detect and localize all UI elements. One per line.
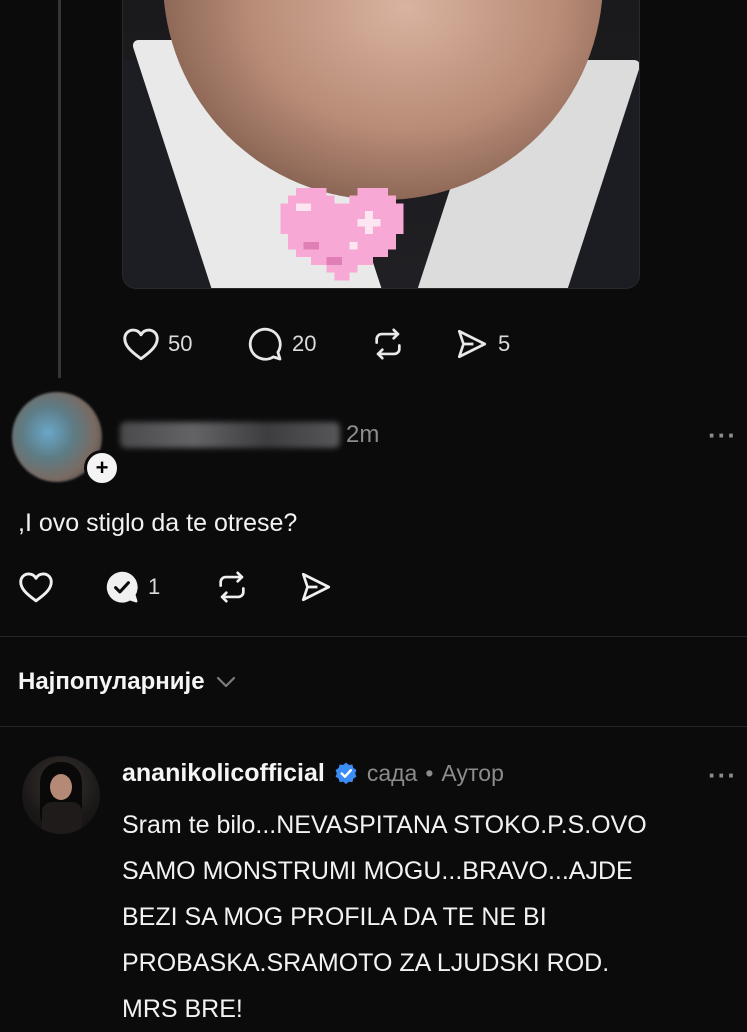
send-icon bbox=[457, 329, 487, 359]
reply-line: MRS BRE! bbox=[122, 995, 243, 1023]
comment-share-button[interactable] bbox=[298, 570, 334, 604]
reply-line: Sram te bilo...NEVASPITANA STOKO.P.S.OVO bbox=[122, 811, 647, 839]
avatar-face bbox=[50, 774, 72, 800]
replied-bubble-icon bbox=[106, 571, 138, 603]
comment-count: 20 bbox=[292, 331, 317, 356]
divider bbox=[0, 636, 747, 637]
sort-dropdown[interactable]: Најпопуларније bbox=[18, 668, 237, 696]
author-avatar[interactable] bbox=[22, 756, 100, 834]
chevron-down-icon bbox=[216, 676, 235, 688]
like-count: 50 bbox=[168, 331, 193, 356]
comment-more-icon[interactable]: ··· bbox=[708, 420, 737, 451]
pixel-heart-sticker bbox=[280, 188, 404, 281]
reply-more-icon[interactable]: ··· bbox=[708, 760, 737, 791]
repost-icon bbox=[375, 328, 401, 360]
comment-time: 2m bbox=[346, 421, 380, 448]
commenter-username-blurred[interactable] bbox=[120, 422, 340, 448]
share-button[interactable]: 5 bbox=[454, 327, 510, 361]
comment-reply-button[interactable]: 1 bbox=[104, 570, 214, 604]
share-count: 5 bbox=[498, 331, 511, 356]
meta-separator: • bbox=[425, 760, 434, 786]
reply-time: сада bbox=[366, 760, 418, 786]
repost-icon bbox=[219, 571, 245, 603]
reply-line: PROBASKA.SRAMOTO ZA LJUDSKI ROD. bbox=[122, 949, 610, 977]
heart-icon bbox=[19, 572, 53, 603]
reply-line: SAMO MONSTRUMI MOGU...BRAVO...AJDE bbox=[122, 857, 633, 885]
thread-line bbox=[58, 0, 61, 378]
repost-button[interactable] bbox=[370, 327, 454, 361]
heart-icon bbox=[123, 328, 159, 361]
reply-header: ananikolicofficial сада • Аутор bbox=[122, 759, 504, 788]
comment-bubble-icon bbox=[248, 327, 282, 361]
like-button[interactable]: 50 bbox=[122, 327, 246, 361]
comment-text: ,I ovo stiglo da te otrese? bbox=[18, 509, 298, 537]
post-action-bar: 50 20 5 bbox=[122, 326, 510, 362]
reply-text: Sram te bilo...NEVASPITANA STOKO.P.S.OVO… bbox=[122, 802, 702, 1032]
send-icon bbox=[301, 572, 331, 602]
avatar-body bbox=[42, 802, 82, 834]
reply-count: 1 bbox=[148, 574, 161, 599]
divider bbox=[0, 726, 747, 727]
follow-plus-icon[interactable]: + bbox=[84, 450, 120, 486]
verified-badge-icon bbox=[335, 762, 357, 784]
post-image[interactable] bbox=[122, 0, 640, 289]
author-username[interactable]: ananikolicofficial bbox=[122, 759, 325, 788]
comment-repost-button[interactable] bbox=[214, 570, 298, 604]
comment-button[interactable]: 20 bbox=[246, 326, 370, 362]
reply-line: BEZI SA MOG PROFILA DA TE NE BI bbox=[122, 903, 547, 931]
comment-action-bar: 1 bbox=[18, 570, 334, 604]
sort-label: Најпопуларније bbox=[18, 668, 205, 695]
author-tag: Аутор bbox=[441, 760, 504, 786]
comment-like-button[interactable] bbox=[18, 571, 104, 603]
commenter-avatar[interactable]: + bbox=[12, 392, 120, 486]
